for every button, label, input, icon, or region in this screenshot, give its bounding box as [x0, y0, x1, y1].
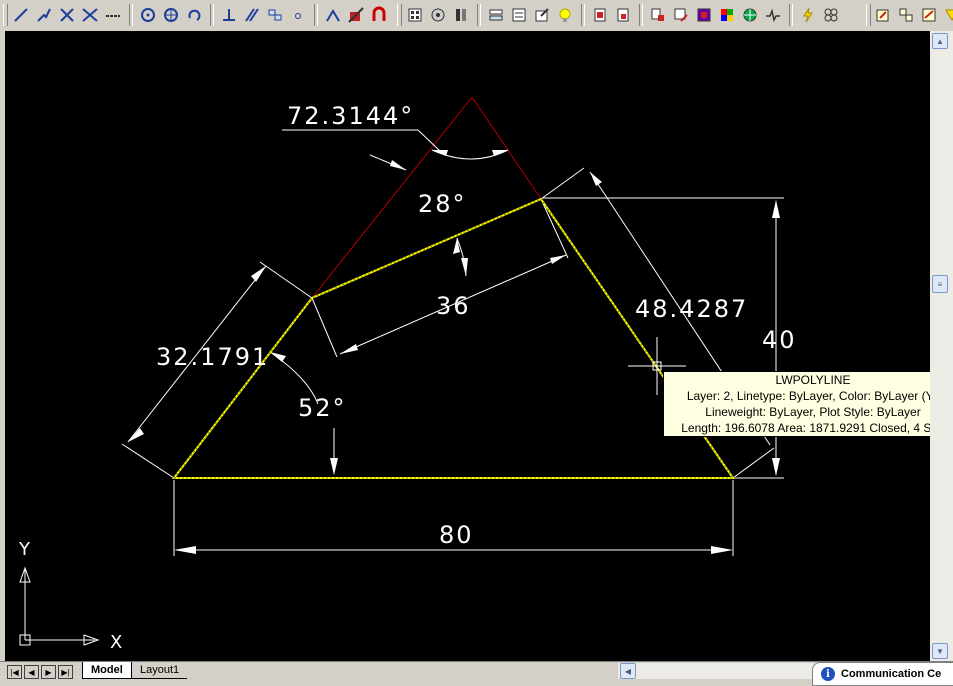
dim-right-diag: 48.4287 — [635, 295, 748, 323]
dim-edit-icon[interactable] — [872, 4, 894, 26]
ucs-icon — [19, 566, 100, 646]
draw-tools-group — [10, 3, 391, 27]
communication-center[interactable]: i Communication Ce — [812, 662, 953, 686]
wave-icon[interactable] — [762, 4, 784, 26]
info-icon: i — [821, 667, 835, 681]
dash-line-icon[interactable] — [102, 4, 124, 26]
circle-icon[interactable] — [137, 4, 159, 26]
insert-icon[interactable] — [264, 4, 286, 26]
toolbar-separator — [581, 4, 585, 26]
drawing-canvas[interactable]: 72.3144° 28° 32.1791 36 48.4287 40 52° 8… — [0, 31, 953, 661]
communication-center-label: Communication Ce — [841, 668, 942, 680]
nosnap-icon[interactable] — [345, 4, 367, 26]
dim-top-segment: 36 — [436, 292, 471, 320]
ucs-x-label: X — [110, 632, 124, 653]
next-tab-button[interactable]: ▶ — [41, 665, 56, 679]
toolbar-separator — [477, 4, 481, 26]
lwpolyline[interactable] — [171, 197, 735, 479]
toolbar-separator — [639, 4, 643, 26]
hyperlink-icon[interactable] — [647, 4, 669, 26]
paste-icon[interactable] — [589, 4, 611, 26]
perpendicular-icon[interactable] — [218, 4, 240, 26]
dim-update-icon[interactable] — [918, 4, 940, 26]
break-icon[interactable] — [79, 4, 101, 26]
toolbar-grip[interactable] — [397, 4, 402, 26]
scroll-down-button[interactable]: ▼ — [932, 643, 948, 659]
properties-icon[interactable] — [404, 4, 426, 26]
scroll-left-button[interactable]: ◀ — [620, 663, 636, 679]
scroll-up-button[interactable]: ▲ — [932, 33, 948, 49]
dim-apex-angle: 72.3144° — [287, 102, 414, 130]
group-icon[interactable] — [820, 4, 842, 26]
layers-icon[interactable] — [485, 4, 507, 26]
light-icon[interactable] — [554, 4, 576, 26]
tab-model[interactable]: Model — [82, 662, 132, 679]
rotate-icon[interactable] — [183, 4, 205, 26]
layout-tabs-bar: |◀ ◀ ▶ ▶| Model Layout1 ◀ — [0, 661, 953, 685]
horizontal-scrollbar[interactable]: ◀ — [618, 663, 838, 679]
toolbar-separator — [210, 4, 214, 26]
ucs-y-label: Y — [18, 539, 32, 560]
dim-side-left: 32.1791 — [156, 343, 269, 371]
prev-tab-button[interactable]: ◀ — [24, 665, 39, 679]
lightning-icon[interactable] — [797, 4, 819, 26]
rollover-tooltip: LWPOLYLINE Layer: 2, Linetype: ByLayer, … — [663, 371, 953, 437]
dim-base: 80 — [439, 521, 474, 549]
tooltip-layer-info: Layer: 2, Linetype: ByLayer, Color: ByLa… — [686, 389, 940, 403]
toolbar-separator — [314, 4, 318, 26]
last-tab-button[interactable]: ▶| — [58, 665, 73, 679]
dim-angle-28: 28° — [418, 190, 467, 218]
snap-icon[interactable] — [368, 4, 390, 26]
design-center-icon[interactable] — [427, 4, 449, 26]
globe-icon[interactable] — [739, 4, 761, 26]
parallel-icon[interactable] — [241, 4, 263, 26]
drawing-svg: 72.3144° 28° 32.1791 36 48.4287 40 52° 8… — [18, 96, 797, 653]
tooltip-object-type: LWPOLYLINE — [775, 373, 851, 387]
tooltip-geometry-info: Length: 196.6078 Area: 1871.9291 Closed,… — [681, 421, 945, 435]
scroll-thumb[interactable]: ≡ — [932, 275, 948, 293]
standard-tools-group — [404, 3, 843, 27]
dim-height: 40 — [762, 326, 797, 354]
toolbar-separator — [789, 4, 793, 26]
node-icon[interactable] — [287, 4, 309, 26]
tool-palettes-icon[interactable] — [450, 4, 472, 26]
paste-special-icon[interactable] — [612, 4, 634, 26]
ellipse-icon[interactable] — [160, 4, 182, 26]
toolbar-grip[interactable] — [3, 4, 8, 26]
first-tab-button[interactable]: |◀ — [7, 665, 22, 679]
edit-icon[interactable] — [670, 4, 692, 26]
colors-icon[interactable] — [716, 4, 738, 26]
tooltip-lineweight-info: Lineweight: ByLayer, Plot Style: ByLayer — [705, 405, 921, 419]
xline-icon[interactable] — [56, 4, 78, 26]
layer-states-icon[interactable] — [508, 4, 530, 26]
more-icon[interactable] — [941, 4, 953, 26]
draw-toolbar — [0, 0, 953, 32]
render-icon[interactable] — [693, 4, 715, 26]
dim-angle-52: 52° — [298, 394, 347, 422]
vertical-scrollbar[interactable]: ▲ ≡ ▼ — [930, 31, 953, 661]
line-icon[interactable] — [10, 4, 32, 26]
modify-tools-group — [872, 3, 953, 27]
toolbar-grip[interactable] — [866, 4, 871, 26]
polyline-icon[interactable] — [33, 4, 55, 26]
toolbar-separator — [129, 4, 133, 26]
dim-style-icon[interactable] — [895, 4, 917, 26]
tab-layout1[interactable]: Layout1 — [132, 662, 188, 679]
trim-icon[interactable] — [322, 4, 344, 26]
markup-icon[interactable] — [531, 4, 553, 26]
